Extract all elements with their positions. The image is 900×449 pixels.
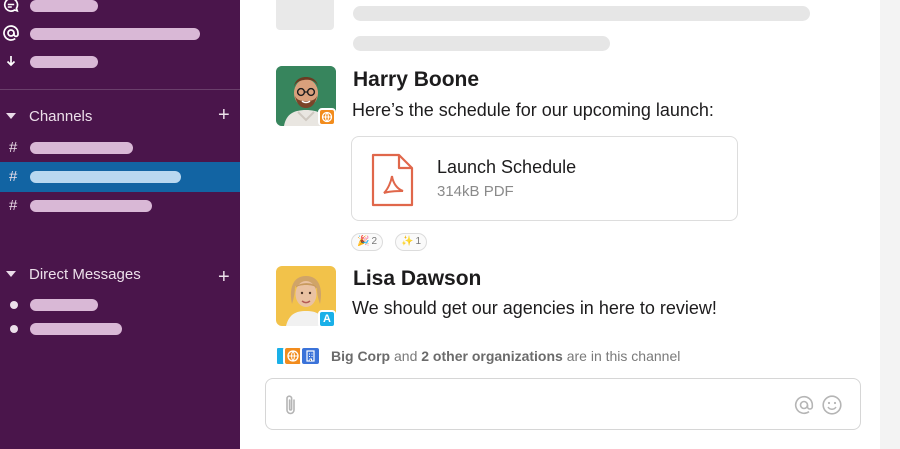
- reaction-sparkles[interactable]: ✨ 1: [395, 233, 428, 251]
- channels-section-header[interactable]: Channels +: [0, 104, 240, 128]
- caret-down-icon: [6, 271, 16, 277]
- notice-connector: and: [390, 348, 422, 364]
- threads-icon: [3, 0, 19, 13]
- channel-name-placeholder: [30, 171, 181, 183]
- presence-dot-icon: [10, 325, 18, 333]
- sidebar-item-downloads[interactable]: [0, 50, 240, 74]
- sidebar-item-placeholder: [30, 0, 98, 12]
- other-orgs-link[interactable]: 2 other organizations: [421, 348, 563, 364]
- sidebar-item-placeholder: [30, 28, 200, 40]
- channel-name-placeholder: [30, 142, 133, 154]
- message-composer[interactable]: [265, 378, 861, 430]
- notice-tail: are in this channel: [562, 348, 681, 364]
- org-badge-a: A: [318, 310, 336, 328]
- sidebar: Channels + # # # Direct Messages +: [0, 0, 240, 449]
- sparkles-icon: ✨: [401, 236, 414, 247]
- dm-name-placeholder: [30, 299, 98, 311]
- text-placeholder: [353, 6, 810, 21]
- sidebar-item-mentions[interactable]: [0, 22, 240, 46]
- sidebar-dm[interactable]: [0, 317, 240, 341]
- arrow-down-icon: [6, 56, 16, 67]
- channel-name-placeholder: [30, 200, 152, 212]
- shared-channel-text: Big Corp and 2 other organizations are i…: [331, 348, 680, 364]
- pdf-icon: [371, 153, 414, 207]
- dm-name-placeholder: [30, 323, 122, 335]
- add-dm-button[interactable]: +: [218, 266, 230, 288]
- caret-down-icon: [6, 113, 16, 119]
- sidebar-item-placeholder: [30, 56, 98, 68]
- message-author[interactable]: Harry Boone: [353, 68, 479, 92]
- org-icons: [275, 345, 323, 367]
- reaction-count: 1: [415, 236, 422, 247]
- party-popper-icon: 🎉: [357, 236, 370, 247]
- app-window: Channels + # # # Direct Messages + Harry…: [0, 0, 900, 449]
- emoji-button-icon[interactable]: [821, 394, 843, 416]
- building-icon: [300, 346, 321, 366]
- mention-icon: [3, 25, 19, 41]
- channels-section-label: Channels: [29, 108, 93, 125]
- reaction-party[interactable]: 🎉 2: [351, 233, 384, 251]
- message-text: We should get our agencies in here to re…: [352, 298, 717, 318]
- hash-icon: #: [9, 139, 18, 156]
- org-name-link[interactable]: Big Corp: [331, 348, 390, 364]
- file-name: Launch Schedule: [437, 157, 577, 177]
- text-placeholder: [353, 36, 610, 51]
- file-meta: 314kB PDF: [437, 183, 514, 200]
- message-author[interactable]: Lisa Dawson: [353, 267, 481, 291]
- reaction-count: 2: [371, 236, 378, 247]
- sidebar-dm[interactable]: [0, 293, 240, 317]
- sidebar-item-threads[interactable]: [0, 0, 240, 18]
- message-text: Here’s the schedule for our upcoming lau…: [352, 100, 714, 120]
- avatar-placeholder: [276, 0, 334, 30]
- hash-icon: #: [9, 197, 18, 214]
- hash-icon: #: [9, 168, 18, 185]
- dm-section-label: Direct Messages: [29, 266, 141, 283]
- dm-section-header[interactable]: Direct Messages +: [0, 262, 240, 288]
- add-channel-button[interactable]: +: [218, 104, 230, 126]
- sidebar-channel[interactable]: #: [0, 133, 240, 163]
- mention-button-icon[interactable]: [793, 394, 815, 416]
- sidebar-channel-active[interactable]: #: [0, 162, 240, 192]
- paperclip-icon[interactable]: [283, 393, 299, 417]
- window-edge: [880, 0, 900, 449]
- presence-dot-icon: [10, 301, 18, 309]
- org-badge-icon: [318, 108, 336, 126]
- file-attachment[interactable]: Launch Schedule 314kB PDF: [351, 136, 738, 221]
- sidebar-divider: [0, 89, 240, 90]
- sidebar-channel[interactable]: #: [0, 191, 240, 221]
